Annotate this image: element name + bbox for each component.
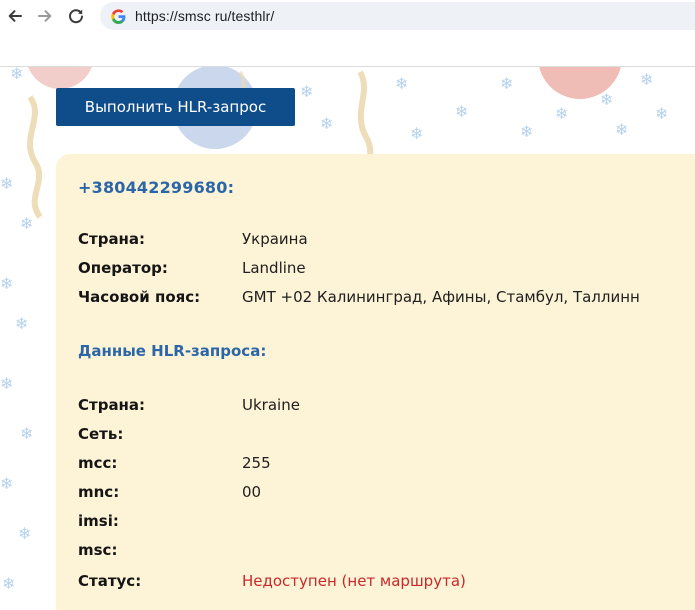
svg-text:❄: ❄ <box>395 74 408 93</box>
svg-text:❄: ❄ <box>410 124 423 143</box>
arrow-right-icon <box>38 10 52 22</box>
svg-text:❄: ❄ <box>15 314 28 333</box>
status-value: Недоступен (нет маршрута) <box>242 572 466 590</box>
svg-text:❄: ❄ <box>520 122 533 141</box>
svg-text:❄: ❄ <box>10 67 23 83</box>
arrow-left-icon <box>8 10 22 22</box>
result-card: +380442299680: Страна: Украина Оператор:… <box>56 154 695 610</box>
svg-text:❄: ❄ <box>640 70 653 89</box>
address-bar[interactable]: https://smsc ru/testhlr/ <box>100 2 695 30</box>
row-label: Страна: <box>78 396 146 414</box>
page-content: ❄ ❄ ❄ ❄ ❄ ❄ ❄ ❄ ❄ ❄ ❄ ❄ ❄ ❄ ❄ ❄ ❄ ❄ ❄ ❄ … <box>0 67 695 610</box>
hlr-request-button[interactable]: Выполнить HLR-запрос <box>56 88 295 126</box>
row-label: Часовой пояс: <box>78 288 201 306</box>
hlr-row-country: Страна: Ukraine <box>78 396 695 420</box>
row-value: Landline <box>242 259 306 277</box>
svg-text:❄: ❄ <box>500 74 513 93</box>
svg-text:❄: ❄ <box>555 104 568 123</box>
row-value: Украина <box>242 230 308 248</box>
row-label: mnc: <box>78 483 120 501</box>
phone-number: +380442299680: <box>78 178 235 197</box>
svg-text:❄: ❄ <box>2 574 15 593</box>
hlr-row-status: Статус: Недоступен (нет маршрута) <box>78 572 695 596</box>
svg-text:❄: ❄ <box>615 120 628 139</box>
info-row-timezone: Часовой пояс: GMT +02 Калининград, Афины… <box>78 288 695 312</box>
browser-toolbar: https://smsc ru/testhlr/ <box>0 0 695 67</box>
back-button[interactable] <box>2 3 28 29</box>
svg-text:❄: ❄ <box>600 90 613 109</box>
svg-text:❄: ❄ <box>20 424 33 443</box>
row-label: Сеть: <box>78 425 124 443</box>
info-row-country: Страна: Украина <box>78 230 695 254</box>
svg-text:❄: ❄ <box>0 374 13 393</box>
svg-text:❄: ❄ <box>300 82 313 101</box>
row-value: 00 <box>242 483 262 501</box>
svg-text:❄: ❄ <box>18 524 31 543</box>
svg-text:❄: ❄ <box>655 104 668 123</box>
svg-text:❄: ❄ <box>20 214 33 233</box>
row-label: mcc: <box>78 454 118 472</box>
svg-text:❄: ❄ <box>455 102 468 121</box>
row-value: Ukraine <box>242 396 300 414</box>
svg-text:❄: ❄ <box>320 114 333 133</box>
hlr-row-imsi: imsi: <box>78 512 695 536</box>
reload-button[interactable] <box>63 3 89 29</box>
google-icon <box>110 8 126 24</box>
svg-text:❄: ❄ <box>0 474 13 493</box>
row-value: 255 <box>242 454 271 472</box>
row-label: Страна: <box>78 230 146 248</box>
hlr-row-mnc: mnc: 00 <box>78 483 695 507</box>
svg-text:❄: ❄ <box>0 274 13 293</box>
row-value: GMT +02 Калининград, Афины, Стамбул, Тал… <box>242 288 640 306</box>
forward-button[interactable] <box>32 3 58 29</box>
row-label: msc: <box>78 541 118 559</box>
info-row-operator: Оператор: Landline <box>78 259 695 283</box>
hlr-section-title: Данные HLR-запроса: <box>78 342 267 360</box>
row-label: imsi: <box>78 512 119 530</box>
row-label: Статус: <box>78 572 142 590</box>
reload-icon <box>69 9 83 24</box>
hlr-row-network: Сеть: <box>78 425 695 449</box>
row-label: Оператор: <box>78 259 168 277</box>
hlr-row-mcc: mcc: 255 <box>78 454 695 478</box>
hlr-row-msc: msc: <box>78 541 695 565</box>
url-text: https://smsc ru/testhlr/ <box>135 8 275 24</box>
svg-text:❄: ❄ <box>0 174 13 193</box>
